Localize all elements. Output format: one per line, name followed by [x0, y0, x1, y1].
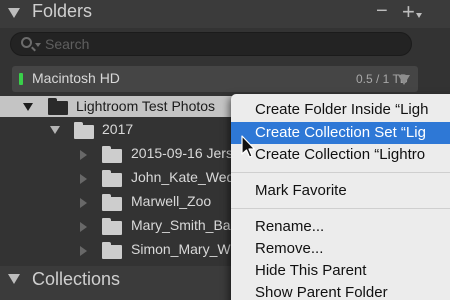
- volume-status-indicator: [19, 73, 23, 85]
- disclosure-triangle-icon[interactable]: [80, 246, 87, 256]
- folders-panel-header[interactable]: Folders − +: [0, 0, 450, 28]
- context-menu: Create Folder Inside “Ligh Create Collec…: [231, 94, 450, 300]
- disclosure-triangle-icon[interactable]: [23, 103, 33, 111]
- folder-label: Simon_Mary_We: [131, 241, 239, 257]
- volume-collapse-triangle-icon[interactable]: [398, 75, 410, 85]
- menu-item-create-collection[interactable]: Create Collection “Lightro: [231, 144, 450, 166]
- volume-bar[interactable]: Macintosh HD 0.5 / 1 TB: [12, 66, 418, 92]
- disclosure-triangle-icon[interactable]: [80, 198, 87, 208]
- volume-name: Macintosh HD: [32, 70, 120, 86]
- menu-item-show-parent-folder[interactable]: Show Parent Folder: [231, 282, 450, 300]
- folder-label: Lightroom Test Photos: [76, 98, 216, 114]
- folder-icon: [102, 170, 122, 187]
- folder-icon: [102, 242, 122, 259]
- folders-panel-title: Folders: [32, 1, 93, 21]
- disclosure-triangle-icon[interactable]: [50, 126, 60, 134]
- collapse-triangle-icon[interactable]: [8, 8, 20, 18]
- menu-item-hide-this-parent[interactable]: Hide This Parent: [231, 260, 450, 282]
- menu-item-create-folder-inside[interactable]: Create Folder Inside “Ligh: [231, 99, 450, 121]
- folder-icon: [102, 194, 122, 211]
- chevron-down-icon[interactable]: [416, 13, 422, 18]
- remove-folder-button[interactable]: −: [376, 0, 388, 23]
- disclosure-triangle-icon[interactable]: [80, 174, 87, 184]
- folder-label: Marwell_Zoo: [131, 193, 212, 209]
- collections-panel-title: Collections: [32, 269, 121, 289]
- menu-item-remove[interactable]: Remove...: [231, 238, 450, 260]
- folder-label: John_Kate_Wedd: [131, 169, 243, 185]
- folder-label: 2017: [102, 121, 134, 137]
- folder-search-field[interactable]: [10, 32, 412, 56]
- search-icon[interactable]: [21, 37, 32, 48]
- lightroom-library-panel: Folders − + Macintosh HD 0.5 / 1 TB Ligh…: [0, 0, 450, 300]
- folder-icon: [102, 218, 122, 235]
- mouse-pointer-icon: [241, 135, 256, 158]
- menu-item-create-collection-set[interactable]: Create Collection Set “Lig: [231, 122, 450, 144]
- folder-label: 2015-09-16 Jerse: [131, 145, 241, 161]
- menu-item-mark-favorite[interactable]: Mark Favorite: [231, 180, 450, 202]
- disclosure-triangle-icon[interactable]: [80, 222, 87, 232]
- disclosure-triangle-icon[interactable]: [80, 150, 87, 160]
- folder-icon: [74, 122, 94, 139]
- search-options-chevron-icon[interactable]: [35, 43, 41, 47]
- folder-label: Mary_Smith_Bab: [131, 217, 239, 233]
- menu-separator: [231, 172, 450, 173]
- search-input[interactable]: [45, 34, 405, 54]
- add-folder-button[interactable]: +: [402, 0, 415, 25]
- folder-icon: [48, 98, 68, 115]
- menu-item-rename[interactable]: Rename...: [231, 216, 450, 238]
- folder-icon: [102, 146, 122, 163]
- collapse-triangle-icon[interactable]: [8, 274, 20, 284]
- menu-separator: [231, 208, 450, 209]
